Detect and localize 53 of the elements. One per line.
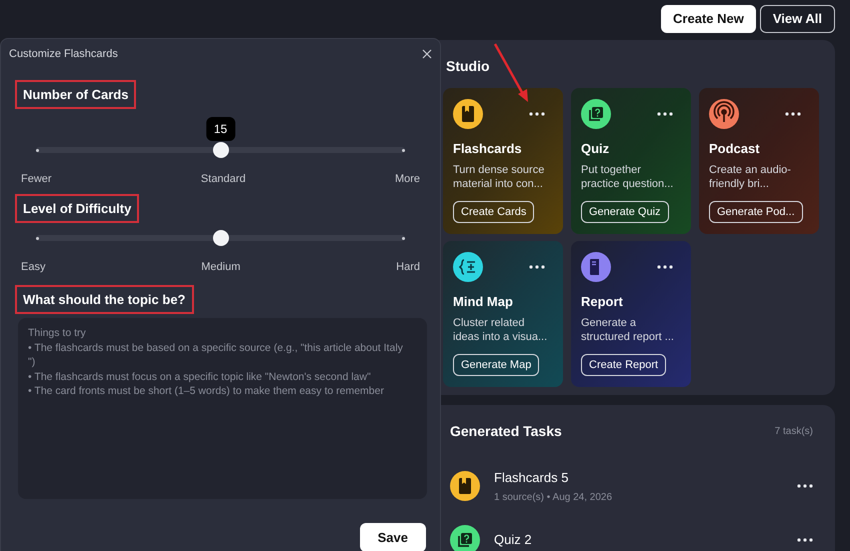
task-title: Quiz 2 (494, 530, 533, 549)
card-description: Generate a structured report ... (581, 316, 675, 344)
card-action-button[interactable]: Generate Pod... (709, 201, 803, 223)
card-title: Podcast (709, 140, 761, 158)
value-tooltip: 15 (206, 117, 236, 141)
slider-thumb[interactable] (212, 230, 228, 246)
card-description: Put together practice question... (581, 162, 674, 190)
close-icon[interactable] (422, 49, 432, 60)
more-options-icon[interactable] (785, 112, 801, 116)
more-options-icon[interactable] (529, 112, 545, 116)
studio-card[interactable]: Mind Map Cluster related ideas into a visua... Generate Map (443, 241, 563, 387)
section-heading: Number of Cards (15, 80, 136, 109)
card-description: Cluster related ideas into a visua... (453, 316, 548, 344)
card-action-button[interactable]: Generate Quiz (581, 201, 669, 223)
slider-label: Standard (200, 172, 246, 187)
section-heading: What should the topic be? (15, 284, 194, 314)
slider-label: Easy (21, 260, 46, 275)
header-button[interactable]: Create New (661, 5, 756, 33)
task-item[interactable]: Flashcards 5 1 source(s) • Aug 24, 2026 (450, 468, 813, 504)
panel-title: Generated Tasks (450, 422, 562, 441)
slider-label: More (394, 172, 420, 187)
more-options-icon[interactable] (657, 265, 673, 269)
card-description: Turn dense source material into con... (453, 162, 546, 190)
header-button[interactable]: View All (760, 5, 835, 33)
card-title: Quiz (581, 140, 610, 158)
more-options-icon[interactable] (797, 538, 813, 542)
card-title: Report (581, 293, 624, 311)
task-title: Flashcards 5 (494, 469, 570, 487)
card-title: Flashcards (453, 140, 523, 158)
studio-card[interactable]: Flashcards Turn dense source material into con... Create Cards (443, 88, 563, 234)
more-options-icon[interactable] (529, 265, 545, 269)
slider-label: Fewer (21, 172, 52, 187)
card-title: Mind Map (453, 293, 514, 311)
more-options-icon[interactable] (657, 112, 673, 116)
studio-card[interactable]: Podcast Create an audio-friendly bri... Generate Pod... (699, 88, 819, 234)
card-action-button[interactable]: Create Report (581, 354, 666, 376)
card-description: Create an audio-friendly bri... (709, 162, 792, 190)
card-action-button[interactable]: Create Cards (453, 201, 534, 223)
studio-card[interactable]: Quiz Put together practice question... Generate Quiz (571, 88, 691, 234)
slider-thumb[interactable] (212, 142, 228, 158)
slider-label: Hard (396, 260, 420, 275)
save-button[interactable]: Save (360, 523, 426, 551)
card-action-button[interactable]: Generate Map (453, 354, 540, 376)
task-item[interactable]: Quiz 2 (450, 524, 813, 551)
task-meta: 1 source(s) • Aug 24, 2026 (494, 490, 614, 504)
slider-label: Medium (201, 260, 240, 275)
studio-card[interactable]: Report Generate a structured report ... Create Report (571, 241, 691, 387)
section-heading: Level of Difficulty (15, 194, 140, 223)
more-options-icon[interactable] (797, 484, 813, 488)
dialog-title: Customize Flashcards (9, 47, 118, 62)
panel-title: Studio (445, 57, 491, 76)
task-count: 7 task(s) (774, 425, 813, 439)
topic-input[interactable]: Things to try • The flashcards must be based on a specific source (e.g., "this article about Italy ") • The flashcards must focus on a specific topic like "Newton's second law" • The card fronts must be short (1–5 words) to make them easy to remember (18, 318, 427, 499)
